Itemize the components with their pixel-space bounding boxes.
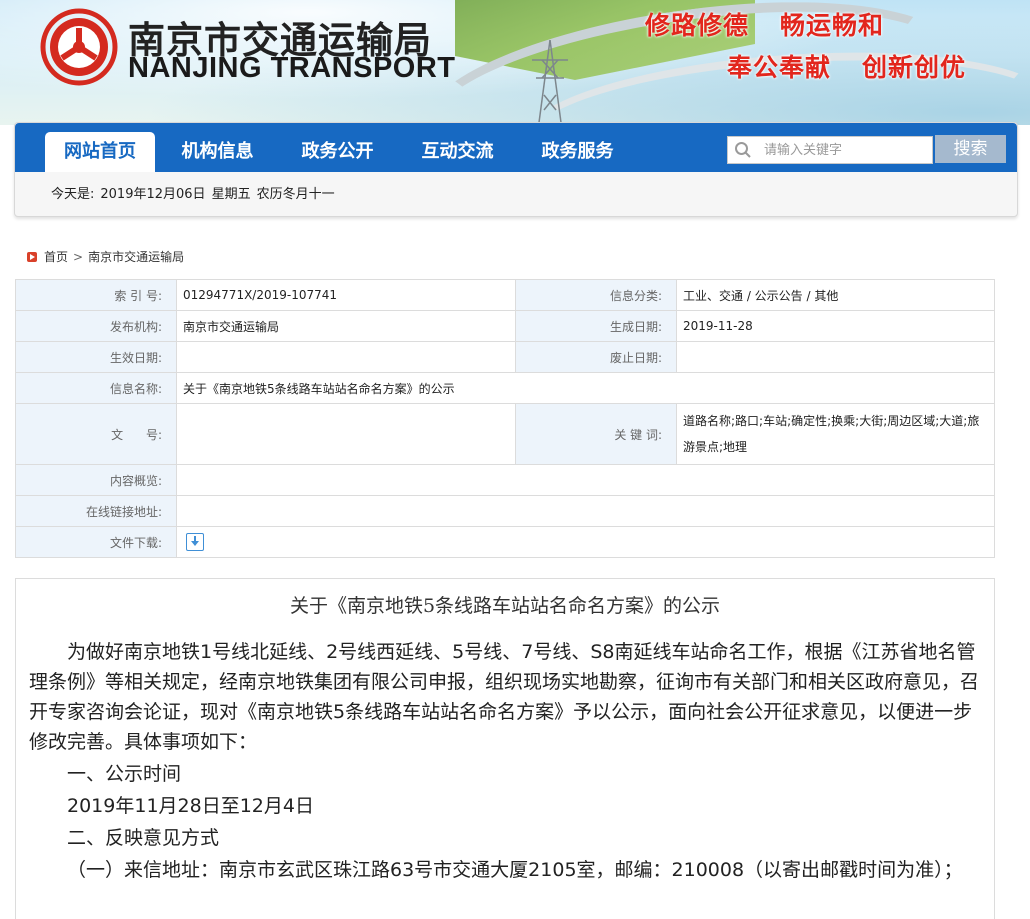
keywords-value: 道路名称;路口;车站;确定性;换乘;大街;周边区域;大道;旅游景点;地理	[676, 403, 995, 465]
table-row: 文 号: 关 键 词: 道路名称;路口;车站;确定性;换乘;大街;周边区域;大道…	[15, 403, 995, 465]
index-value: 01294771X/2019-107741	[176, 279, 516, 311]
link-value	[176, 495, 995, 527]
download-cell	[176, 526, 995, 558]
nav-item-government-affairs[interactable]: 政务公开	[285, 132, 390, 172]
link-label: 在线链接地址:	[15, 495, 177, 527]
effective-value	[176, 341, 516, 373]
article-paragraph: 二、反映意见方式	[67, 827, 220, 849]
index-label: 索 引 号:	[15, 279, 177, 311]
banner-pylon-image	[532, 40, 568, 125]
today-lunar: 农历冬月十一	[256, 187, 335, 202]
name-label: 信息名称:	[15, 372, 177, 404]
table-row: 生效日期: 废止日期:	[15, 341, 995, 373]
expiry-value	[676, 341, 995, 373]
search-box	[727, 136, 933, 164]
table-row: 文件下载:	[15, 526, 995, 558]
publisher-value: 南京市交通运输局	[176, 310, 516, 342]
search-input[interactable]	[762, 139, 931, 161]
table-row: 信息名称: 关于《南京地铁5条线路车站站名命名方案》的公示	[15, 372, 995, 404]
chevron-right-icon: >	[73, 249, 84, 264]
today-label: 今天是:	[51, 187, 95, 202]
category-label: 信息分类:	[515, 279, 677, 311]
search-icon	[735, 142, 751, 158]
article-body: 为做好南京地铁1号线北延线、2号线西延线、5号线、7号线、S8南延线车站命名工作…	[29, 637, 984, 887]
name-value: 关于《南京地铁5条线路车站站名命名方案》的公示	[176, 372, 995, 404]
article-paragraph: 为做好南京地铁1号线北延线、2号线西延线、5号线、7号线、S8南延线车站命名工作…	[29, 641, 980, 753]
table-row: 发布机构: 南京市交通运输局 生成日期: 2019-11-28	[15, 310, 995, 342]
article-title: 关于《南京地铁5条线路车站站名命名方案》的公示	[289, 595, 721, 617]
article-content: 关于《南京地铁5条线路车站站名命名方案》的公示 为做好南京地铁1号线北延线、2号…	[15, 578, 995, 919]
nav-item-home[interactable]: 网站首页	[45, 132, 155, 172]
article-paragraph: 一、公示时间	[67, 763, 182, 785]
info-metadata-table: 索 引 号: 01294771X/2019-107741 信息分类: 工业、交通…	[15, 279, 995, 558]
slogan-4: 创新创优	[862, 53, 967, 82]
nanjing-transport-logo-icon[interactable]	[40, 8, 118, 86]
home-icon	[27, 251, 37, 262]
search-button[interactable]: 搜索	[935, 135, 1006, 163]
overview-value	[176, 464, 995, 496]
nav-item-organization[interactable]: 机构信息	[165, 132, 270, 172]
breadcrumb: 首页 > 南京市交通运输局	[27, 248, 184, 265]
keywords-label: 关 键 词:	[515, 403, 677, 465]
created-value: 2019-11-28	[676, 310, 995, 342]
breadcrumb-home-link[interactable]: 首页	[44, 248, 68, 265]
header-banner: 南京市交通运输局 NANJING TRANSPORT 修路修德 畅运畅和 奉公奉…	[0, 0, 1030, 125]
article-paragraph: （一）来信地址：南京市玄武区珠江路63号市交通大厦2105室，邮编：210008…	[67, 859, 963, 881]
expiry-label: 废止日期:	[515, 341, 677, 373]
overview-label: 内容概览:	[15, 464, 177, 496]
main-nav: 网站首页 机构信息 政务公开 互动交流 政务服务 搜索	[15, 123, 1017, 172]
today-weekday: 星期五	[211, 187, 251, 202]
nav-item-services[interactable]: 政务服务	[525, 132, 630, 172]
download-icon[interactable]	[186, 533, 204, 551]
docno-value	[176, 403, 516, 465]
nav-item-interaction[interactable]: 互动交流	[405, 132, 510, 172]
breadcrumb-current-link[interactable]: 南京市交通运输局	[88, 248, 184, 265]
table-row: 内容概览:	[15, 464, 995, 496]
effective-label: 生效日期:	[15, 341, 177, 373]
slogan-3: 奉公奉献	[727, 53, 832, 82]
slogan-2: 畅运畅和	[780, 11, 885, 40]
today-date: 2019年12月06日	[100, 187, 206, 202]
docno-label: 文 号:	[15, 403, 177, 465]
table-row: 在线链接地址:	[15, 495, 995, 527]
publisher-label: 发布机构:	[15, 310, 177, 342]
site-title-en: NANJING TRANSPORT	[128, 52, 456, 84]
created-label: 生成日期:	[515, 310, 677, 342]
article-paragraph: 2019年11月28日至12月4日	[67, 795, 314, 817]
category-value: 工业、交通 / 公示公告 / 其他	[676, 279, 995, 311]
today-date-bar: 今天是: 2019年12月06日 星期五 农历冬月十一	[51, 183, 341, 202]
table-row: 索 引 号: 01294771X/2019-107741 信息分类: 工业、交通…	[15, 279, 995, 311]
nav-panel: 网站首页 机构信息 政务公开 互动交流 政务服务 搜索 今天是: 2019年12月…	[14, 122, 1018, 217]
slogan-1: 修路修德	[645, 11, 750, 40]
download-label: 文件下载:	[15, 526, 177, 558]
